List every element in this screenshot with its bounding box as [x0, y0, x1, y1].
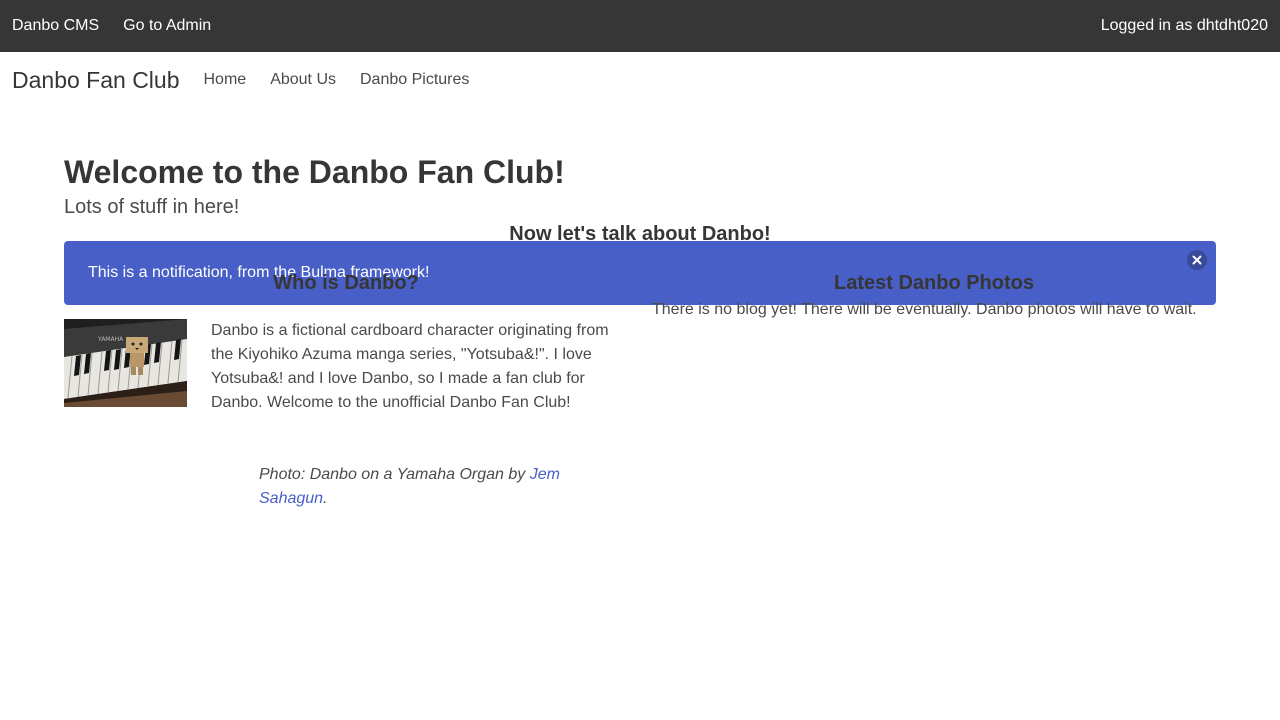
go-to-admin-link[interactable]: Go to Admin	[123, 0, 211, 52]
page-title: Welcome to the Danbo Fan Club!	[64, 154, 565, 190]
caption-prefix: Photo: Danbo on a Yamaha Organ by	[259, 466, 530, 483]
latest-photos-heading: Latest Danbo Photos	[833, 272, 1034, 294]
nav-links: Home About Us Danbo Pictures	[204, 52, 470, 108]
who-is-danbo-text: Danbo is a fictional cardboard character…	[211, 322, 609, 411]
danbo-organ-image: YAMAHA	[64, 319, 187, 407]
site-brand[interactable]: Danbo Fan Club	[12, 52, 180, 108]
svg-text:YAMAHA: YAMAHA	[97, 336, 124, 343]
site-navbar: Danbo Fan Club Home About Us Danbo Pictu…	[0, 52, 1280, 108]
caption-suffix: .	[323, 490, 328, 507]
admin-bar-left: Danbo CMS Go to Admin	[12, 0, 211, 52]
danbo-photo: YAMAHA	[64, 319, 187, 407]
nav-home[interactable]: Home	[204, 52, 247, 108]
admin-bar: Danbo CMS Go to Admin Logged in as dhtdh…	[0, 0, 1280, 52]
close-notification-button[interactable]	[1187, 250, 1207, 270]
logged-in-status: Logged in as dhtdht020	[1100, 17, 1268, 34]
page-subtitle: Lots of stuff in here!	[64, 196, 240, 218]
latest-photos-text: There is no blog yet! There will be even…	[652, 301, 1197, 318]
section-title: Now let's talk about Danbo!	[509, 223, 771, 245]
nav-danbo-pictures[interactable]: Danbo Pictures	[360, 52, 469, 108]
photo-caption: Photo: Danbo on a Yamaha Organ by Jem Sa…	[259, 463, 589, 511]
cms-home-link[interactable]: Danbo CMS	[12, 0, 99, 52]
who-is-danbo-heading: Who is Danbo?	[273, 272, 419, 294]
nav-about-us[interactable]: About Us	[270, 52, 336, 108]
close-icon	[1192, 255, 1202, 265]
